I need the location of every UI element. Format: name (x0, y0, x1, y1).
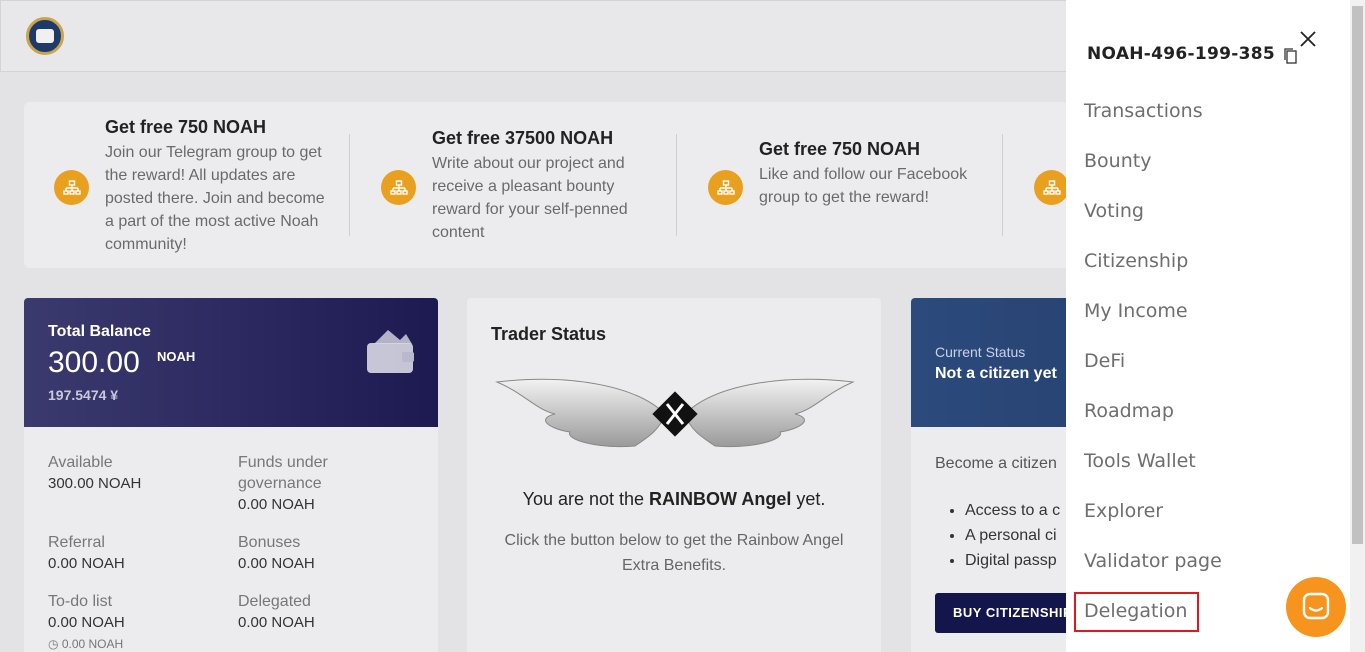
promo-text: Join our Telegram group to get the rewar… (105, 144, 325, 253)
citizenship-status-value: Not a citizen yet (935, 365, 1057, 382)
promo-item-facebook[interactable]: Get free 750 NOAH Like and follow our Fa… (678, 102, 1004, 268)
list-item: A personal ci (965, 523, 1060, 548)
balance-amount: 300.00 (48, 346, 140, 379)
promo-title: Get free 750 NOAH (759, 139, 921, 159)
trader-status-line: You are not the RAINBOW Angel yet. (467, 489, 881, 510)
scrollbar-thumb[interactable] (1352, 6, 1363, 544)
balance-header: Total Balance 300.00 NOAH 197.5474 ¥ (24, 298, 438, 427)
referral-field: Referral 0.00 NOAH (48, 532, 125, 575)
todo-pending-value: 0.00 NOAH (61, 637, 124, 651)
bonuses-field: Bonuses 0.00 NOAH (238, 532, 315, 575)
trader-rank: RAINBOW Angel (649, 489, 792, 509)
account-id: NOAH-496-199-385 (1087, 44, 1276, 64)
field-label: Delegated (238, 593, 311, 610)
trader-title: Trader Status (491, 324, 607, 344)
governance-field: Funds under governance 0.00 NOAH (238, 452, 388, 516)
field-value: 0.00 NOAH (238, 496, 315, 513)
menu-item-my-income[interactable]: My Income (1084, 300, 1188, 322)
sitemap-icon (708, 170, 743, 205)
menu-item-explorer[interactable]: Explorer (1084, 500, 1163, 522)
divider (676, 134, 677, 236)
menu-item-transactions[interactable]: Transactions (1084, 100, 1203, 122)
field-value: 0.00 NOAH (238, 614, 315, 631)
field-label: Bonuses (238, 534, 301, 551)
todo-pending: ◷ 0.00 NOAH (48, 637, 123, 651)
angel-wings-image (495, 378, 855, 448)
todo-field[interactable]: To-do list 0.00 NOAH (48, 591, 125, 634)
list-item: Digital passp (965, 548, 1060, 573)
promo-banner: Get free 750 NOAH Join our Telegram grou… (24, 102, 1124, 268)
field-value: 0.00 NOAH (48, 555, 125, 572)
field-label: Available (48, 454, 113, 471)
field-label: Referral (48, 534, 105, 551)
promo-text: Like and follow our Facebook group to ge… (759, 166, 968, 206)
menu-item-tools-wallet[interactable]: Tools Wallet (1084, 450, 1196, 472)
promo-item-bounty[interactable]: Get free 37500 NOAH Write about our proj… (351, 102, 677, 268)
chat-button[interactable] (1286, 577, 1346, 637)
available-field: Available 300.00 NOAH (48, 452, 141, 495)
close-icon[interactable] (1297, 28, 1319, 50)
sitemap-icon (1034, 170, 1069, 205)
sitemap-icon (54, 170, 89, 205)
menu-item-defi[interactable]: DeFi (1084, 350, 1125, 372)
field-label: Funds under governance (238, 454, 328, 492)
promo-item-telegram[interactable]: Get free 750 NOAH Join our Telegram grou… (24, 102, 350, 268)
balance-fiat: 197.5474 ¥ (48, 387, 119, 403)
trader-description: Click the button below to get the Rainbo… (504, 532, 844, 574)
menu-item-citizenship[interactable]: Citizenship (1084, 250, 1188, 272)
field-label: To-do list (48, 593, 113, 610)
highlight-box (1074, 592, 1199, 632)
promo-title: Get free 750 NOAH (105, 117, 267, 137)
list-item: Access to a c (965, 498, 1060, 523)
divider (1002, 134, 1003, 236)
field-value: 0.00 NOAH (48, 614, 125, 631)
trader-line-prefix: You are not the (522, 489, 650, 509)
clock-icon: ◷ (48, 637, 59, 651)
citizenship-intro: Become a citizen (935, 455, 1057, 472)
balance-label: Total Balance (48, 323, 151, 340)
balance-card: Total Balance 300.00 NOAH 197.5474 ¥ Ava… (24, 298, 438, 652)
copy-icon[interactable] (1284, 48, 1298, 64)
menu-item-validator-page[interactable]: Validator page (1084, 550, 1222, 572)
wallet-icon (367, 330, 414, 373)
field-value: 300.00 NOAH (48, 475, 142, 492)
trader-line-suffix: yet. (791, 489, 826, 509)
menu-item-bounty[interactable]: Bounty (1084, 150, 1151, 172)
trader-card: Trader Status You are not the RAINBOW An… (467, 298, 881, 652)
logo[interactable] (26, 17, 64, 55)
menu-item-voting[interactable]: Voting (1084, 200, 1144, 222)
field-value: 0.00 NOAH (238, 555, 315, 572)
chat-icon (1302, 592, 1330, 620)
balance-unit: NOAH (157, 349, 196, 364)
citizenship-status-label: Current Status (935, 344, 1026, 360)
promo-title: Get free 37500 NOAH (432, 128, 614, 148)
sitemap-icon (381, 170, 416, 205)
promo-text: Write about our project and receive a pl… (432, 155, 628, 241)
menu-item-roadmap[interactable]: Roadmap (1084, 400, 1174, 422)
delegated-field: Delegated 0.00 NOAH (238, 591, 315, 634)
divider (349, 134, 350, 236)
citizenship-benefits: Access to a c A personal ci Digital pass… (965, 498, 1060, 573)
